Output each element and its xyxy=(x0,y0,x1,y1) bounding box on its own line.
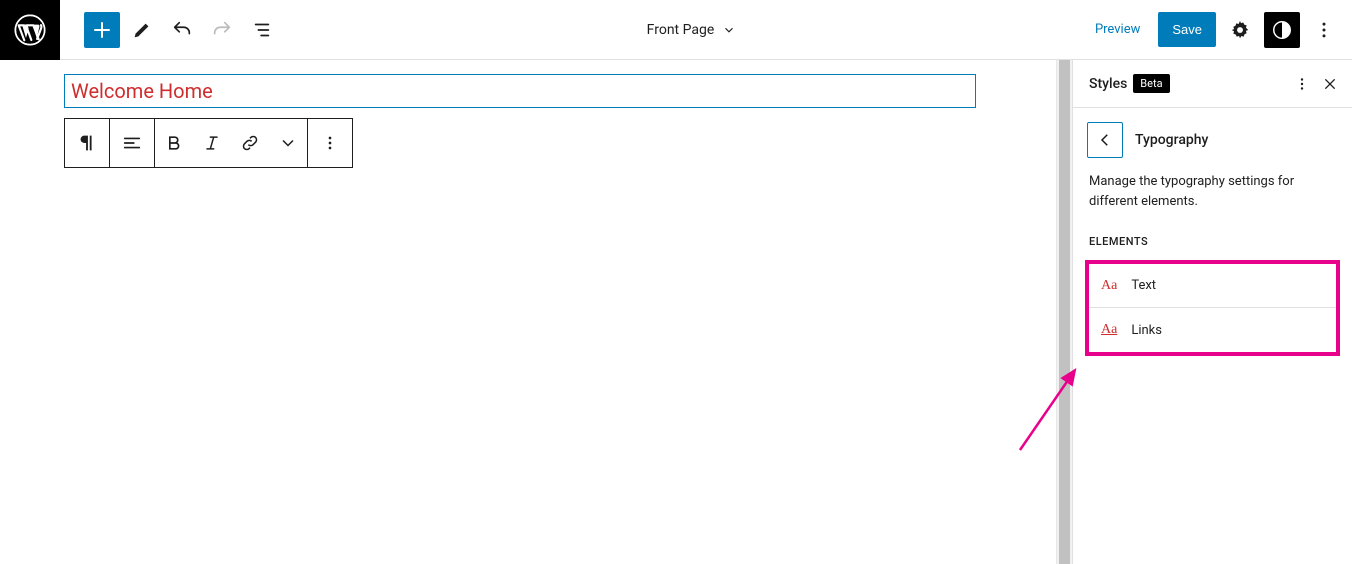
document-title-dropdown[interactable]: Front Page xyxy=(280,22,1083,38)
bold-icon xyxy=(164,133,184,153)
elements-heading: ELEMENTS xyxy=(1073,227,1352,256)
paragraph-icon xyxy=(76,132,98,154)
typography-icon: Aa xyxy=(1101,322,1117,338)
link-button[interactable] xyxy=(231,119,269,167)
more-options-button[interactable] xyxy=(1306,12,1342,48)
kebab-icon xyxy=(1293,75,1311,93)
paragraph-block-button[interactable] xyxy=(65,119,109,167)
section-description: Manage the typography settings for diffe… xyxy=(1073,172,1352,227)
close-icon xyxy=(1322,76,1338,92)
post-title-block[interactable]: Welcome Home xyxy=(64,74,976,108)
elements-list-highlight: Aa Text Aa Links xyxy=(1085,260,1340,356)
gear-icon xyxy=(1229,19,1251,41)
sidebar-more-button[interactable] xyxy=(1288,66,1316,102)
element-label: Links xyxy=(1131,323,1162,338)
sidebar-nav: Typography xyxy=(1073,108,1352,172)
align-button[interactable] xyxy=(110,119,154,167)
element-label: Text xyxy=(1131,278,1156,293)
bold-button[interactable] xyxy=(155,119,193,167)
link-icon xyxy=(240,133,260,153)
document-title-text: Front Page xyxy=(647,22,715,38)
save-button[interactable]: Save xyxy=(1158,12,1216,47)
redo-button[interactable] xyxy=(204,12,240,48)
wordpress-logo[interactable] xyxy=(0,0,60,60)
block-toolbar xyxy=(64,118,353,168)
toolbar-left-group xyxy=(60,12,280,48)
undo-button[interactable] xyxy=(164,12,200,48)
chevron-left-icon xyxy=(1096,131,1114,149)
block-more-button[interactable] xyxy=(308,119,352,167)
kebab-icon xyxy=(1314,20,1334,40)
styles-button[interactable] xyxy=(1264,12,1300,48)
italic-icon xyxy=(202,133,222,153)
element-row-text[interactable]: Aa Text xyxy=(1089,264,1336,308)
settings-button[interactable] xyxy=(1222,12,1258,48)
editor-canvas[interactable]: Welcome Home xyxy=(0,60,1056,564)
top-toolbar: Front Page Preview Save xyxy=(0,0,1352,60)
chevron-down-icon xyxy=(278,133,298,153)
preview-link[interactable]: Preview xyxy=(1083,14,1152,45)
toolbar-right-group: Preview Save xyxy=(1083,12,1352,48)
add-block-button[interactable] xyxy=(84,12,120,48)
align-icon xyxy=(121,132,143,154)
chevron-down-icon xyxy=(722,23,736,37)
sidebar-title: Styles xyxy=(1089,76,1127,92)
back-button[interactable] xyxy=(1087,122,1123,158)
editor-body: Welcome Home xyxy=(0,60,1352,564)
sidebar-header: Styles Beta xyxy=(1073,60,1352,108)
canvas-scrollbar[interactable] xyxy=(1056,60,1072,564)
beta-badge: Beta xyxy=(1133,74,1169,93)
contrast-icon xyxy=(1271,19,1293,41)
styles-sidebar: Styles Beta Typography Manage the typogr… xyxy=(1072,60,1352,564)
element-row-links[interactable]: Aa Links xyxy=(1089,308,1336,352)
section-title: Typography xyxy=(1135,132,1208,148)
italic-button[interactable] xyxy=(193,119,231,167)
edit-mode-button[interactable] xyxy=(124,12,160,48)
typography-icon: Aa xyxy=(1101,278,1117,294)
list-view-button[interactable] xyxy=(244,12,280,48)
kebab-icon xyxy=(320,133,340,153)
more-formatting-button[interactable] xyxy=(269,119,307,167)
close-sidebar-button[interactable] xyxy=(1316,66,1344,102)
